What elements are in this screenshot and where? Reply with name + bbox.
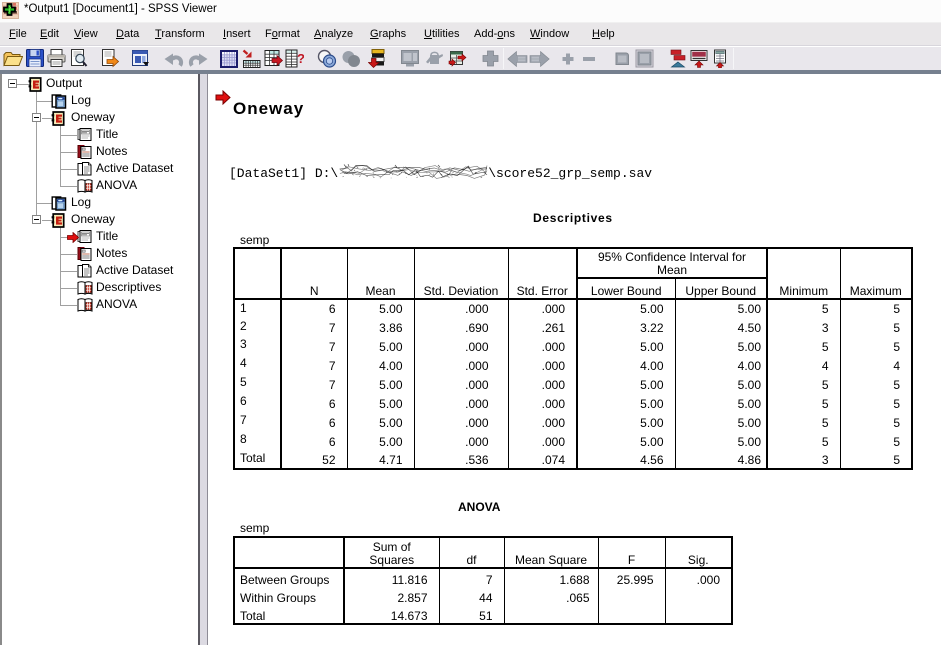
svg-text:?: ?	[297, 51, 304, 66]
